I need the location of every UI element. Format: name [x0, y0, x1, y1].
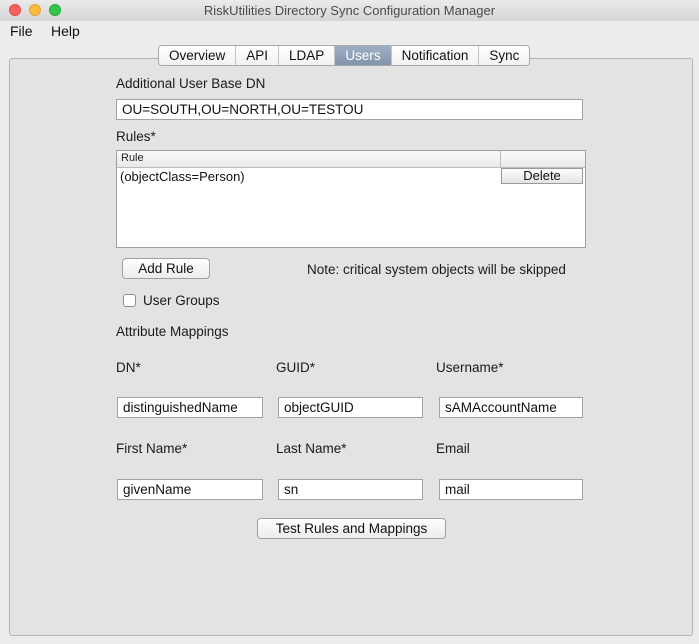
email-label: Email: [436, 441, 470, 456]
add-rule-button[interactable]: Add Rule: [122, 258, 210, 279]
rules-table-header: Rule: [117, 151, 585, 168]
tab-ldap[interactable]: LDAP: [279, 46, 336, 65]
menu-help[interactable]: Help: [51, 23, 80, 39]
email-input[interactable]: mail: [439, 479, 583, 500]
first-name-input[interactable]: givenName: [117, 479, 263, 500]
rules-table: Rule (objectClass=Person) Delete: [116, 150, 586, 248]
column-separator: [500, 151, 501, 167]
tab-users[interactable]: Users: [335, 46, 392, 65]
base-dn-label: Additional User Base DN: [116, 76, 266, 91]
tab-api[interactable]: API: [236, 46, 280, 65]
tab-bar: Overview API LDAP Users Notification Syn…: [158, 45, 531, 66]
last-name-input[interactable]: sn: [278, 479, 423, 500]
username-label: Username*: [436, 360, 504, 375]
user-groups-checkbox[interactable]: [123, 294, 136, 307]
dn-label: DN*: [116, 360, 141, 375]
last-name-label: Last Name*: [276, 441, 347, 456]
rule-cell[interactable]: (objectClass=Person): [120, 169, 245, 184]
dn-input[interactable]: distinguishedName: [117, 397, 263, 418]
tab-sync[interactable]: Sync: [479, 46, 530, 65]
window-title: RiskUtilities Directory Sync Configurati…: [203, 3, 496, 18]
attribute-mappings-label: Attribute Mappings: [116, 324, 229, 339]
menu-file[interactable]: File: [10, 23, 33, 39]
guid-label: GUID*: [276, 360, 316, 375]
rule-column-header[interactable]: Rule: [121, 152, 144, 164]
tab-overview[interactable]: Overview: [159, 46, 237, 65]
menu-bar: File Help: [0, 21, 699, 41]
skip-note: Note: critical system objects will be sk…: [307, 262, 566, 277]
rules-label: Rules*: [116, 129, 156, 144]
test-rules-button[interactable]: Test Rules and Mappings: [257, 518, 446, 539]
guid-input[interactable]: objectGUID: [278, 397, 423, 418]
first-name-label: First Name*: [116, 441, 188, 456]
base-dn-input[interactable]: OU=SOUTH,OU=NORTH,OU=TESTOU: [116, 99, 583, 120]
user-groups-label: User Groups: [143, 293, 220, 308]
title-bar: RiskUtilities Directory Sync Configurati…: [0, 0, 699, 22]
username-input[interactable]: sAMAccountName: [439, 397, 583, 418]
delete-rule-button[interactable]: Delete: [501, 168, 583, 184]
users-panel: [9, 58, 693, 636]
tab-notification[interactable]: Notification: [391, 46, 480, 65]
